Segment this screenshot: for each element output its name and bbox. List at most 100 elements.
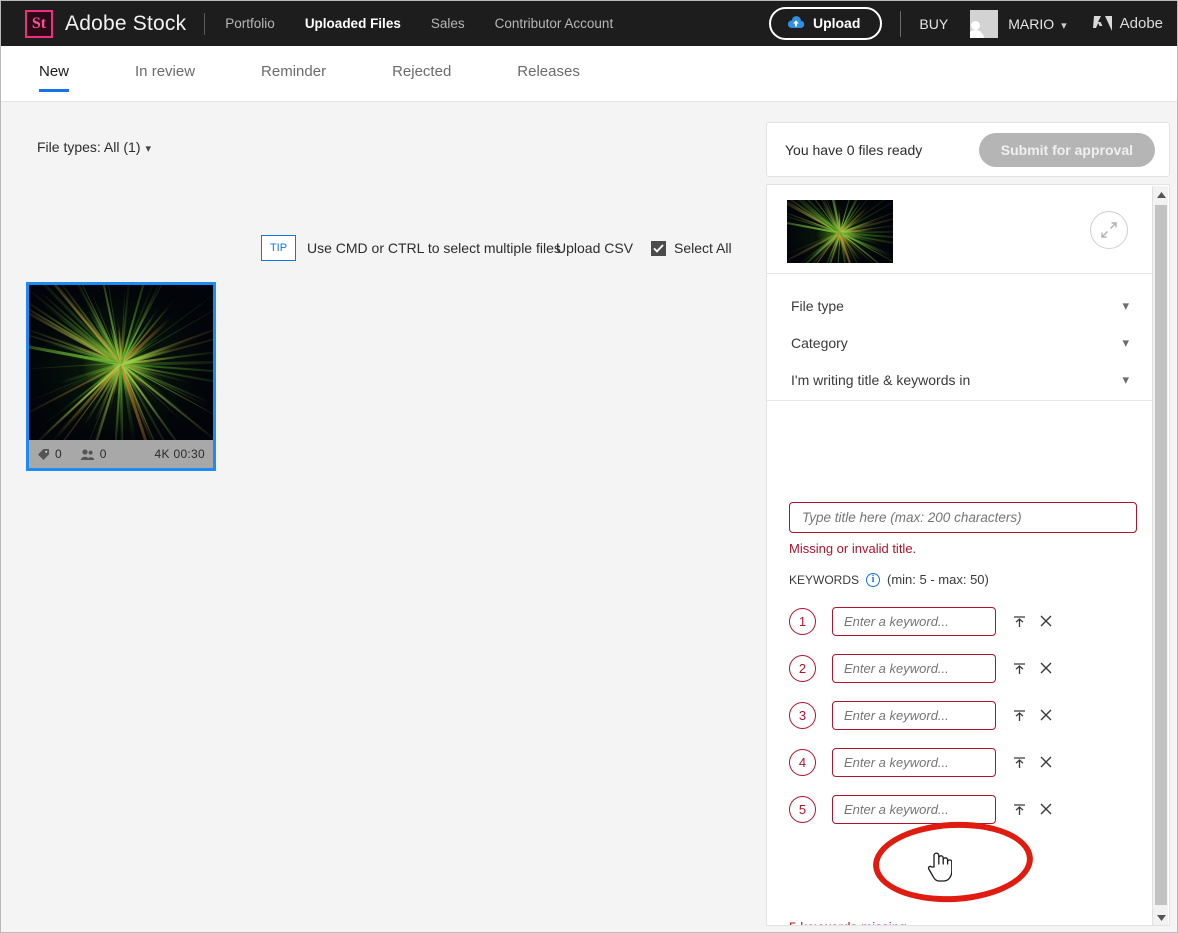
resolution-duration: 4K 00:30 — [155, 447, 205, 461]
title-input[interactable] — [789, 502, 1137, 533]
info-icon[interactable]: i — [866, 572, 881, 587]
file-types-label: File types: All (1) — [37, 139, 141, 155]
keyword-number[interactable]: 2 — [789, 654, 816, 682]
nav-divider — [204, 12, 206, 35]
file-thumbnail-card[interactable]: 0 0 4K 00:30 — [26, 282, 216, 471]
buy-link[interactable]: BUY — [919, 16, 948, 32]
keywords-header: KEYWORDS i (min: 5 - max: 50) — [789, 572, 989, 587]
user-menu[interactable]: MARIO ▾ — [1008, 16, 1066, 32]
adobe-stock-logo-icon[interactable]: St — [25, 9, 53, 38]
keyword-row: 4 — [789, 746, 1129, 778]
tag-count: 0 — [55, 447, 62, 461]
upload-button[interactable]: Upload — [768, 7, 883, 40]
metadata-pane: You have 0 files ready Submit for approv… — [762, 102, 1177, 932]
nav-link-contributor-account[interactable]: Contributor Account — [495, 16, 614, 31]
tip-text: Use CMD or CTRL to select multiple files — [307, 240, 561, 256]
nav-link-uploaded-files[interactable]: Uploaded Files — [305, 16, 401, 31]
thumbnail-footer: 0 0 4K 00:30 — [29, 440, 213, 468]
check-icon — [653, 244, 664, 253]
tab-rejected[interactable]: Rejected — [392, 46, 451, 80]
keyword-row: 3 — [789, 699, 1129, 731]
keyword-number[interactable]: 1 — [789, 607, 816, 635]
accordion-category-label: Category — [791, 335, 848, 351]
scrollbar-thumb[interactable] — [1155, 205, 1167, 905]
adobe-label: Adobe — [1119, 15, 1163, 32]
top-nav-right-group: Upload BUY MARIO ▾ Adobe — [768, 7, 1177, 40]
scroll-up-arrow-icon[interactable] — [1153, 186, 1169, 203]
tab-releases[interactable]: Releases — [517, 46, 580, 80]
keyword-row: 5 — [789, 793, 1129, 825]
move-to-top-icon[interactable] — [1012, 756, 1026, 769]
submit-bar: You have 0 files ready Submit for approv… — [766, 122, 1170, 177]
tip-badge[interactable]: TIP — [261, 235, 296, 261]
keyword-input[interactable] — [832, 700, 996, 730]
upload-csv-link[interactable]: Upload CSV — [556, 240, 633, 256]
accordion-language-label: I'm writing title & keywords in — [791, 372, 971, 388]
app-window: St Adobe Stock Portfolio Uploaded Files … — [0, 0, 1178, 933]
select-all-label[interactable]: Select All — [674, 240, 732, 256]
remove-keyword-icon[interactable] — [1039, 756, 1053, 768]
tab-in-review[interactable]: In review — [135, 46, 195, 80]
diagonal-arrows-icon — [1101, 222, 1117, 238]
cloud-upload-icon — [787, 16, 805, 30]
move-to-top-icon[interactable] — [1012, 615, 1026, 628]
people-icon — [80, 448, 94, 460]
remove-keyword-icon[interactable] — [1039, 709, 1053, 721]
people-count: 0 — [99, 447, 107, 461]
move-to-top-icon[interactable] — [1012, 662, 1026, 675]
remove-keyword-icon[interactable] — [1039, 803, 1053, 815]
resolution-label: 4K — [154, 447, 170, 461]
user-name-label: MARIO — [1008, 15, 1055, 32]
nav-divider-2 — [900, 10, 902, 37]
keyword-row: 2 — [789, 652, 1129, 684]
adobe-link[interactable]: Adobe — [1092, 15, 1163, 32]
keyword-number[interactable]: 5 — [789, 795, 816, 823]
chevron-down-icon: ▾ — [1122, 298, 1129, 313]
move-to-top-icon[interactable] — [1012, 803, 1026, 816]
keyword-number[interactable]: 3 — [789, 701, 816, 729]
keywords-minmax-label: (min: 5 - max: 50) — [887, 572, 989, 587]
expand-preview-icon[interactable] — [1090, 211, 1128, 249]
tab-new[interactable]: New — [39, 46, 70, 92]
accordion-language[interactable]: I'm writing title & keywords in ▾ — [791, 363, 1129, 397]
tag-count-group: 0 — [37, 447, 62, 461]
brand-title: Adobe Stock — [65, 11, 187, 35]
tab-bar: New In review Reminder Rejected Releases — [1, 46, 1177, 102]
tab-reminder[interactable]: Reminder — [261, 46, 326, 80]
chevron-down-icon: ▾ — [1061, 19, 1067, 32]
remove-keyword-icon[interactable] — [1039, 615, 1053, 627]
top-navigation-bar: St Adobe Stock Portfolio Uploaded Files … — [1, 1, 1177, 46]
scroll-down-arrow-icon[interactable] — [1153, 909, 1169, 925]
keyword-input[interactable] — [832, 653, 996, 683]
keyword-row: 1 — [789, 605, 1129, 637]
chevron-down-icon: ▾ — [1122, 372, 1129, 387]
people-count-group: 0 — [80, 447, 107, 461]
keyword-input[interactable] — [832, 606, 996, 636]
submit-for-approval-button[interactable]: Submit for approval — [978, 132, 1155, 167]
accordion-file-type[interactable]: File type ▾ — [791, 289, 1129, 323]
keyword-input[interactable] — [832, 794, 996, 824]
select-all-checkbox[interactable] — [651, 241, 666, 256]
keyword-input[interactable] — [832, 747, 996, 777]
accordion-file-type-label: File type — [791, 298, 844, 314]
keyword-number[interactable]: 4 — [789, 748, 816, 776]
chevron-down-icon: ▾ — [145, 143, 152, 155]
detail-scrollbar[interactable] — [1152, 186, 1169, 925]
file-detail-card: File type ▾ Category ▾ I'm writing title… — [766, 184, 1170, 926]
file-preview-image — [29, 285, 213, 440]
file-types-dropdown[interactable]: File types: All (1) ▾ — [37, 139, 151, 155]
detail-preview-thumbnail[interactable] — [787, 200, 893, 263]
accordion-category[interactable]: Category ▾ — [791, 326, 1129, 360]
tag-icon — [38, 448, 49, 460]
move-to-top-icon[interactable] — [1012, 709, 1026, 722]
nav-link-portfolio[interactable]: Portfolio — [225, 16, 275, 31]
adobe-logo-icon — [1092, 16, 1112, 31]
files-ready-text: You have 0 files ready — [785, 141, 923, 158]
duration-label: 00:30 — [173, 447, 205, 461]
files-pane: File types: All (1) ▾ TIP Use CMD or CTRL… — [2, 102, 762, 932]
nav-link-sales[interactable]: Sales — [431, 16, 465, 31]
avatar[interactable] — [970, 9, 999, 38]
remove-keyword-icon[interactable] — [1039, 662, 1053, 674]
upload-button-label: Upload — [812, 15, 861, 31]
title-error-message: Missing or invalid title. — [789, 541, 917, 556]
